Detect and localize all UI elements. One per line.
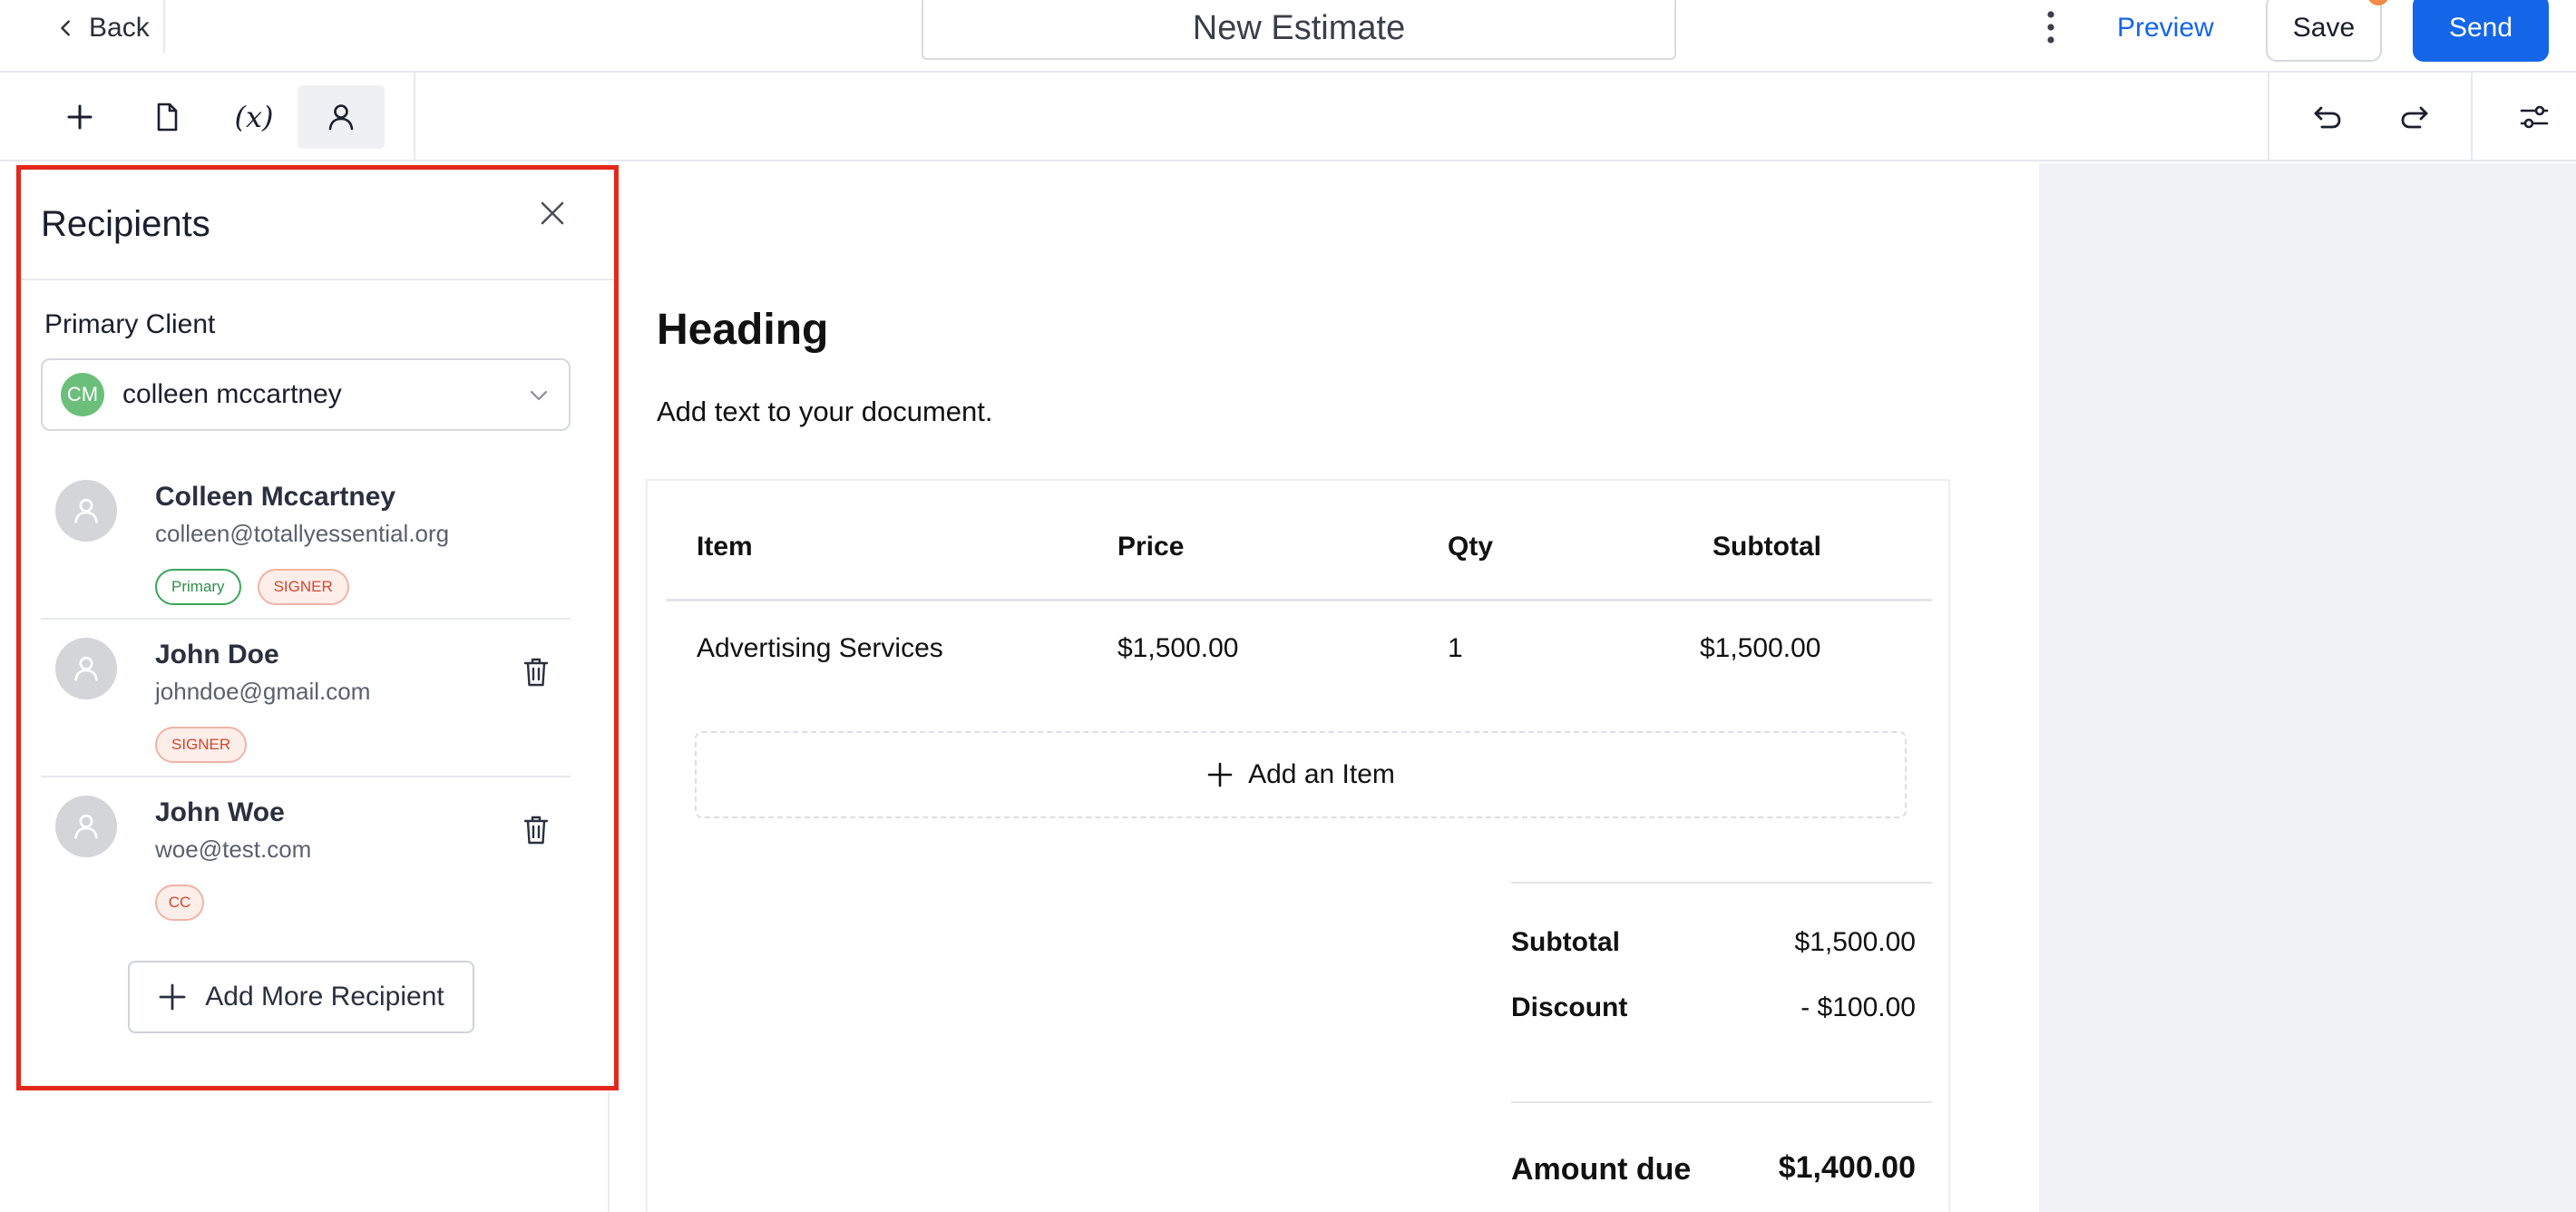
discount-label: Discount	[1511, 992, 1628, 1022]
cell-item[interactable]: Advertising Services	[697, 633, 943, 664]
trash-icon	[523, 816, 549, 845]
preview-button[interactable]: Preview	[2117, 9, 2214, 47]
add-item-label: Add an Item	[1248, 759, 1395, 789]
recipient-badges: SIGNER	[155, 727, 248, 763]
document-button[interactable]	[123, 85, 210, 149]
recipient-item: Colleen Mccartney colleen@totallyessenti…	[41, 464, 571, 620]
signer-badge: SIGNER	[257, 569, 349, 605]
recipient-email: colleen@totallyessential.org	[155, 520, 450, 547]
redo-icon	[2401, 106, 2428, 129]
document-body-text[interactable]: Add text to your document.	[657, 396, 993, 428]
amount-due-value: $1,400.00	[1778, 1150, 1916, 1185]
delete-recipient-button[interactable]	[522, 656, 554, 692]
plus-icon	[159, 983, 186, 1011]
chevron-down-icon	[527, 384, 551, 407]
chevron-left-icon	[61, 20, 70, 36]
user-icon	[74, 498, 98, 523]
divider	[414, 73, 415, 161]
divider	[2268, 73, 2269, 161]
divider	[163, 0, 165, 53]
column-header-price: Price	[1117, 532, 1185, 562]
recipient-email: woe@test.com	[155, 836, 312, 863]
settings-sliders-icon	[2520, 105, 2549, 129]
primary-badge: Primary	[155, 569, 241, 605]
plus-icon	[67, 104, 93, 130]
avatar	[55, 480, 117, 542]
save-button[interactable]: Save	[2266, 0, 2382, 62]
document-title-input[interactable]: New Estimate	[922, 0, 1676, 60]
cc-badge: CC	[155, 885, 204, 921]
avatar	[55, 638, 117, 699]
recipients-button[interactable]	[298, 85, 385, 149]
user-icon	[328, 104, 354, 131]
delete-recipient-button[interactable]	[522, 814, 554, 850]
document-page: Heading Add text to your document. Item …	[611, 163, 2039, 1212]
user-icon	[74, 656, 98, 681]
user-icon	[74, 814, 98, 839]
cell-qty[interactable]: 1	[1448, 633, 1463, 664]
primary-client-name: colleen mccartney	[122, 379, 342, 409]
add-item-button[interactable]: Add an Item	[695, 731, 1907, 818]
variables-button[interactable]: (x)	[210, 85, 298, 149]
column-header-item: Item	[697, 532, 753, 562]
avatar	[55, 796, 117, 857]
add-block-button[interactable]	[36, 85, 123, 149]
back-button[interactable]: Back	[56, 9, 150, 47]
canvas-background	[2039, 163, 2576, 1212]
close-icon	[541, 201, 564, 225]
recipient-item: John Woe woe@test.com CC	[41, 779, 571, 935]
panel-title: Recipients	[41, 204, 210, 244]
editor-toolbar: (x)	[0, 73, 2576, 161]
cell-subtotal: $1,500.00	[1700, 633, 1821, 663]
amount-due-label: Amount due	[1511, 1152, 1692, 1187]
recipient-badges: CC	[155, 885, 204, 921]
add-more-recipient-button[interactable]: Add More Recipient	[128, 961, 474, 1033]
plus-icon	[1207, 762, 1233, 787]
column-header-subtotal: Subtotal	[1712, 532, 1821, 562]
top-bar: Back New Estimate Preview Save Send	[0, 0, 2576, 73]
recipient-name: John Woe	[155, 797, 285, 827]
signer-badge: SIGNER	[155, 727, 248, 763]
trash-icon	[523, 658, 549, 687]
undo-button[interactable]	[2284, 85, 2371, 149]
line-items-table: Item Price Qty Subtotal Advertising Serv…	[646, 479, 1950, 1212]
more-options-button[interactable]	[2037, 5, 2064, 49]
settings-button[interactable]	[2491, 85, 2576, 149]
undo-icon	[2314, 106, 2341, 129]
document-heading[interactable]: Heading	[657, 305, 828, 355]
back-label: Back	[89, 13, 150, 43]
column-header-qty: Qty	[1448, 532, 1494, 562]
recipient-name: Colleen Mccartney	[155, 482, 396, 512]
file-icon	[157, 103, 178, 132]
recipient-email: johndoe@gmail.com	[155, 678, 371, 705]
recipient-badges: Primary SIGNER	[155, 569, 349, 605]
primary-client-label: Primary Client	[44, 309, 216, 339]
divider	[21, 279, 614, 280]
divider	[2471, 73, 2473, 161]
recipients-panel: Recipients Primary Client CM colleen mcc…	[16, 165, 619, 1090]
recipient-name: John Doe	[155, 640, 279, 670]
variable-icon: (x)	[234, 100, 274, 134]
kebab-menu-icon	[2047, 11, 2054, 44]
subtotal-label: Subtotal	[1511, 927, 1620, 957]
avatar: CM	[61, 373, 104, 416]
send-button[interactable]: Send	[2413, 0, 2549, 62]
add-more-label: Add More Recipient	[205, 982, 444, 1012]
redo-button[interactable]	[2371, 85, 2458, 149]
discount-value[interactable]: - $100.00	[1800, 992, 1916, 1023]
summary-divider	[1511, 882, 1932, 884]
subtotal-value: $1,500.00	[1794, 927, 1916, 957]
close-panel-button[interactable]	[534, 195, 571, 231]
header-divider	[666, 599, 1932, 601]
summary-divider	[1511, 1101, 1932, 1103]
recipient-item: John Doe johndoe@gmail.com SIGNER	[41, 621, 571, 777]
primary-client-select[interactable]: CM colleen mccartney	[41, 358, 571, 431]
cell-price[interactable]: $1,500.00	[1117, 633, 1238, 664]
